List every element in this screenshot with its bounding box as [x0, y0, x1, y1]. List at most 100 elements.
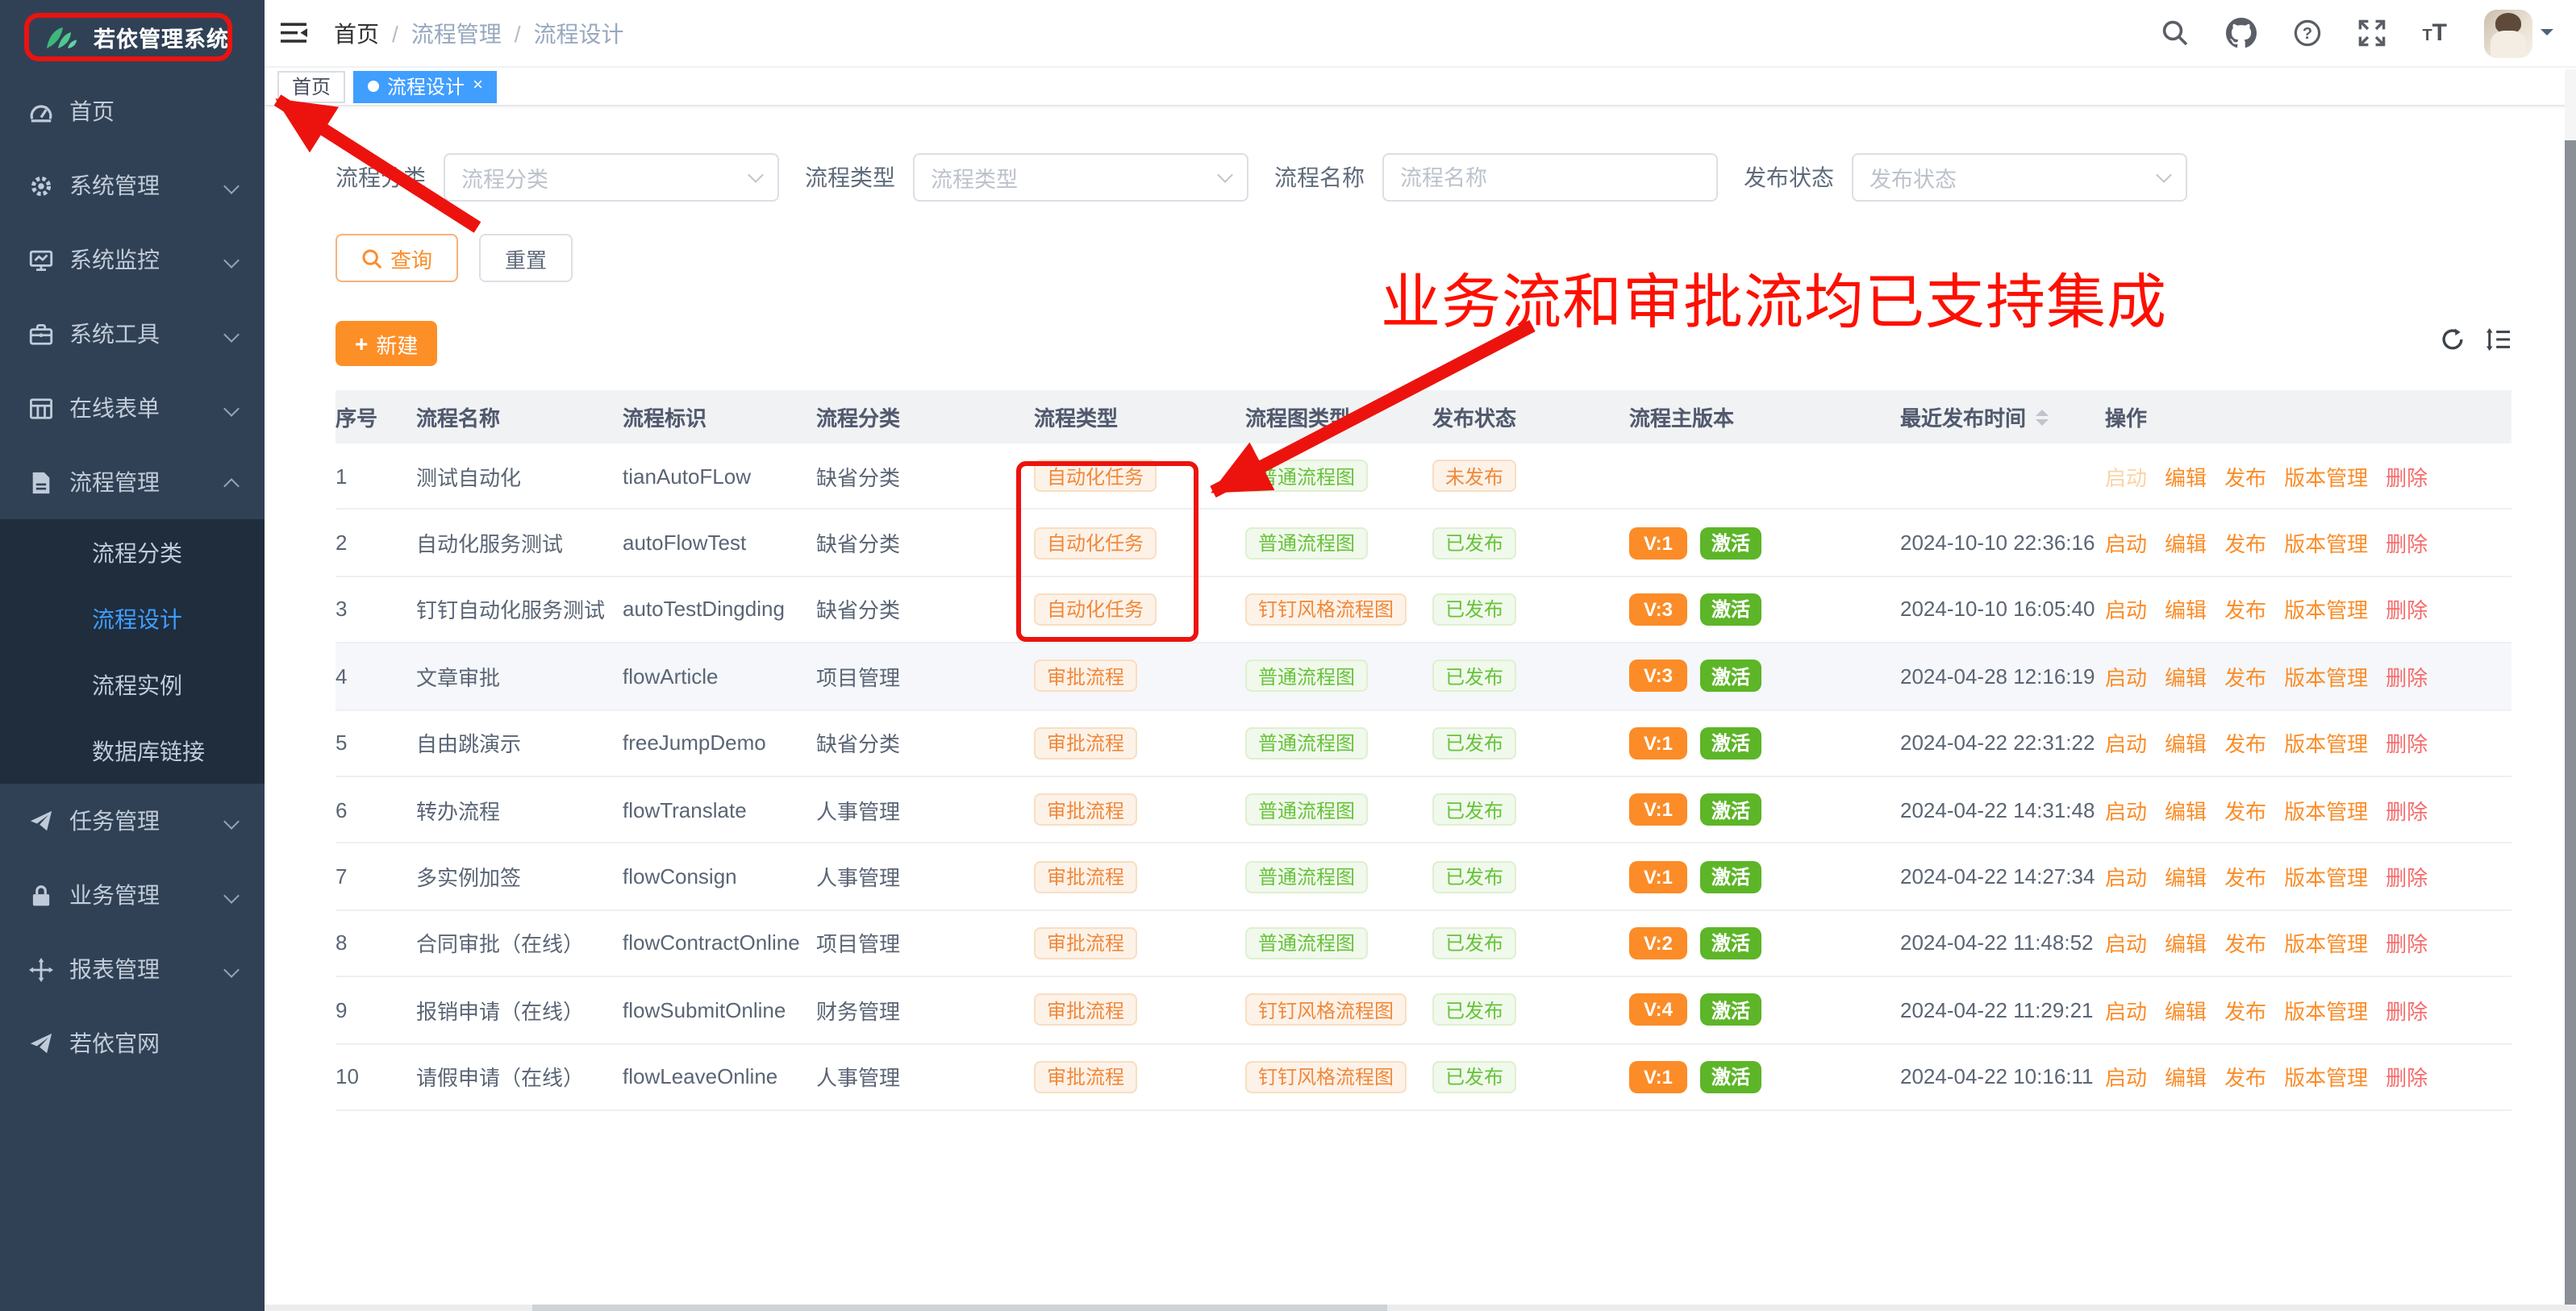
sidebar-item-首页[interactable]: 首页	[0, 74, 265, 148]
action-publish[interactable]: 发布	[2224, 1061, 2266, 1092]
table-row[interactable]: 6转办流程flowTranslate人事管理审批流程普通流程图已发布V:1激活2…	[336, 777, 2511, 844]
fullscreen-icon[interactable]	[2357, 19, 2385, 47]
sort-carets-icon[interactable]	[2036, 402, 2049, 431]
action-edit[interactable]: 编辑	[2165, 928, 2207, 959]
action-edit[interactable]: 编辑	[2165, 594, 2207, 625]
sidebar-item-报表管理[interactable]: 报表管理	[0, 932, 265, 1006]
filter-type-select[interactable]: 流程类型	[913, 153, 1248, 202]
table-row[interactable]: 3钉钉自动化服务测试autoTestDingding缺省分类自动化任务钉钉风格流…	[336, 577, 2511, 644]
action-start[interactable]: 启动	[2105, 794, 2147, 825]
tab-流程设计[interactable]: 流程设计×	[353, 70, 498, 102]
font-size-icon[interactable]: TT	[2422, 19, 2447, 48]
breadcrumb-item[interactable]: 流程管理	[411, 17, 502, 49]
action-start[interactable]: 启动	[2105, 861, 2147, 892]
table-row[interactable]: 2自动化服务测试autoFlowTest缺省分类自动化任务普通流程图已发布V:1…	[336, 510, 2511, 577]
action-edit[interactable]: 编辑	[2165, 527, 2207, 558]
horizontal-scrollbar[interactable]	[265, 1305, 2576, 1311]
action-versions[interactable]: 版本管理	[2284, 460, 2368, 491]
tab-首页[interactable]: 首页	[277, 70, 345, 102]
action-delete[interactable]: 删除	[2386, 460, 2428, 491]
table-row[interactable]: 8合同审批（在线）flowContractOnline项目管理审批流程普通流程图…	[336, 910, 2511, 977]
sidebar-item-任务管理[interactable]: 任务管理	[0, 784, 265, 858]
action-edit[interactable]: 编辑	[2165, 661, 2207, 692]
action-edit[interactable]: 编辑	[2165, 1061, 2207, 1092]
horizontal-scrollbar-thumb[interactable]	[532, 1305, 1387, 1311]
action-delete[interactable]: 删除	[2386, 1061, 2428, 1092]
action-publish[interactable]: 发布	[2224, 527, 2266, 558]
action-start[interactable]: 启动	[2105, 661, 2147, 692]
table-row[interactable]: 4文章审批flowArticle项目管理审批流程普通流程图已发布V:3激活202…	[336, 643, 2511, 710]
action-edit[interactable]: 编辑	[2165, 995, 2207, 1026]
sidebar-item-业务管理[interactable]: 业务管理	[0, 858, 265, 932]
github-icon[interactable]	[2225, 18, 2256, 48]
action-versions[interactable]: 版本管理	[2284, 1061, 2368, 1092]
action-versions[interactable]: 版本管理	[2284, 661, 2368, 692]
create-button[interactable]: + 新建	[336, 321, 437, 366]
action-versions[interactable]: 版本管理	[2284, 527, 2368, 558]
sidebar-subitem-数据库链接[interactable]: 数据库链接	[0, 718, 265, 784]
sidebar-subitem-流程实例[interactable]: 流程实例	[0, 651, 265, 718]
table-row[interactable]: 7多实例加签flowConsign人事管理审批流程普通流程图已发布V:1激活20…	[336, 844, 2511, 911]
action-publish[interactable]: 发布	[2224, 861, 2266, 892]
sort-descending-icon[interactable]	[2036, 418, 2049, 431]
action-publish[interactable]: 发布	[2224, 728, 2266, 759]
action-edit[interactable]: 编辑	[2165, 794, 2207, 825]
search-icon[interactable]	[2161, 19, 2188, 47]
vertical-scrollbar-thumb[interactable]	[2565, 140, 2576, 1311]
avatar[interactable]	[2484, 9, 2532, 57]
sidebar-item-系统管理[interactable]: 系统管理	[0, 148, 265, 223]
action-start[interactable]: 启动	[2105, 594, 2147, 625]
action-edit[interactable]: 编辑	[2165, 728, 2207, 759]
action-delete[interactable]: 删除	[2386, 928, 2428, 959]
app-logo[interactable]: 若依管理系统	[0, 0, 265, 74]
action-versions[interactable]: 版本管理	[2284, 995, 2368, 1026]
fold-menu-icon[interactable]	[281, 19, 308, 47]
action-delete[interactable]: 删除	[2386, 527, 2428, 558]
vertical-scrollbar[interactable]	[2565, 69, 2576, 1311]
sidebar-item-系统工具[interactable]: 系统工具	[0, 297, 265, 371]
sidebar-item-在线表单[interactable]: 在线表单	[0, 371, 265, 445]
action-publish[interactable]: 发布	[2224, 661, 2266, 692]
action-versions[interactable]: 版本管理	[2284, 928, 2368, 959]
sidebar-item-系统监控[interactable]: 系统监控	[0, 223, 265, 297]
process-name-input[interactable]	[1382, 153, 1718, 202]
sidebar-subitem-流程分类[interactable]: 流程分类	[0, 519, 265, 585]
table-row[interactable]: 9报销申请（在线）flowSubmitOnline财务管理审批流程钉钉风格流程图…	[336, 977, 2511, 1044]
table-row[interactable]: 5自由跳演示freeJumpDemo缺省分类审批流程普通流程图已发布V:1激活2…	[336, 710, 2511, 777]
close-icon[interactable]: ×	[473, 77, 483, 95]
action-publish[interactable]: 发布	[2224, 794, 2266, 825]
action-start[interactable]: 启动	[2105, 995, 2147, 1026]
action-start[interactable]: 启动	[2105, 460, 2147, 491]
action-versions[interactable]: 版本管理	[2284, 794, 2368, 825]
action-start[interactable]: 启动	[2105, 728, 2147, 759]
help-icon[interactable]: ?	[2293, 19, 2320, 47]
action-delete[interactable]: 删除	[2386, 794, 2428, 825]
action-delete[interactable]: 删除	[2386, 861, 2428, 892]
refresh-icon[interactable]	[2441, 327, 2465, 360]
action-publish[interactable]: 发布	[2224, 460, 2266, 491]
user-menu[interactable]	[2484, 9, 2553, 57]
action-delete[interactable]: 删除	[2386, 661, 2428, 692]
action-delete[interactable]: 删除	[2386, 995, 2428, 1026]
filter-status-select[interactable]: 发布状态	[1852, 153, 2187, 202]
action-edit[interactable]: 编辑	[2165, 460, 2207, 491]
sort-ascending-icon[interactable]	[2036, 402, 2049, 415]
action-start[interactable]: 启动	[2105, 1061, 2147, 1092]
breadcrumb-item[interactable]: 首页	[334, 17, 379, 49]
sidebar-item-流程管理[interactable]: 流程管理	[0, 445, 265, 519]
action-delete[interactable]: 删除	[2386, 728, 2428, 759]
action-publish[interactable]: 发布	[2224, 928, 2266, 959]
action-edit[interactable]: 编辑	[2165, 861, 2207, 892]
action-publish[interactable]: 发布	[2224, 995, 2266, 1026]
table-row[interactable]: 10请假申请（在线）flowLeaveOnline人事管理审批流程钉钉风格流程图…	[336, 1044, 2511, 1111]
sidebar-subitem-流程设计[interactable]: 流程设计	[0, 585, 265, 651]
action-versions[interactable]: 版本管理	[2284, 728, 2368, 759]
sidebar-item-若依官网[interactable]: 若依官网	[0, 1006, 265, 1080]
action-start[interactable]: 启动	[2105, 527, 2147, 558]
reset-button[interactable]: 重置	[479, 234, 573, 282]
action-versions[interactable]: 版本管理	[2284, 861, 2368, 892]
column-settings-icon[interactable]	[2486, 327, 2511, 360]
action-delete[interactable]: 删除	[2386, 594, 2428, 625]
table-row[interactable]: 1测试自动化tianAutoFLow缺省分类自动化任务普通流程图未发布启动编辑发…	[336, 443, 2511, 510]
action-start[interactable]: 启动	[2105, 928, 2147, 959]
